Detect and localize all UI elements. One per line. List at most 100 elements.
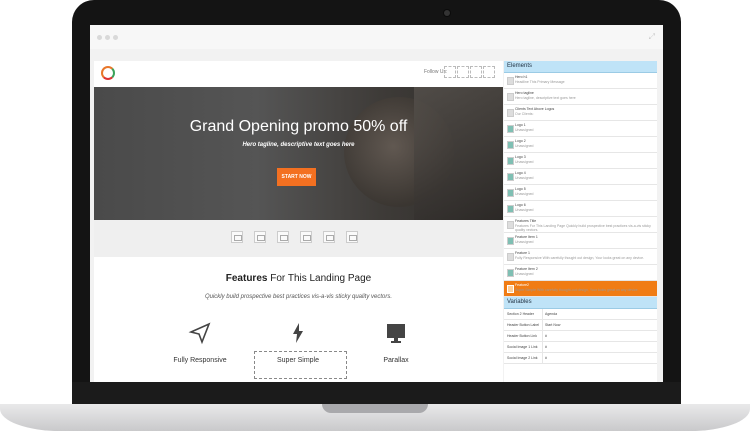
element-thumbnail-icon [507,173,514,181]
variable-value[interactable]: # [545,356,547,360]
element-row[interactable]: Feature Item 1 Unassigned [504,233,657,249]
window-dot-icon[interactable] [105,35,110,40]
element-detail: Features For This Landing Page Quickly b… [515,223,651,233]
hero-title[interactable]: Grand Opening promo 50% off [94,118,503,136]
element-row[interactable]: Logo 3 Unassigned [504,153,657,169]
element-thumbnail-icon [507,109,514,117]
image-placeholder-icon[interactable] [231,231,243,243]
element-thumbnail-icon [507,205,514,213]
element-row[interactable]: Logo 4 Unassigned [504,169,657,185]
element-row[interactable]: Hero h1 Headline This Primary Message [504,73,657,89]
feature-label[interactable]: Fully Responsive [150,357,250,364]
feature-label[interactable]: Super Simple [248,357,348,364]
column-divider [542,309,543,319]
element-row[interactable]: Feature Item 2 Unassigned [504,265,657,281]
element-thumbnail-icon [507,141,514,149]
variable-value[interactable]: Agenda [545,312,557,316]
features-title-bold: Features [225,273,268,284]
element-detail: Unassigned [515,127,534,132]
monitor-icon [384,321,408,347]
element-text: Logo 6 Unassigned [515,203,655,212]
element-detail: Unassigned [515,175,534,180]
image-placeholder-icon[interactable] [346,231,358,243]
column-divider [542,320,543,330]
element-thumbnail-icon [507,221,514,229]
element-row[interactable]: Hero tagline Hero tagline, descriptive te… [504,89,657,105]
element-thumbnail-icon [507,237,514,245]
features-title-rest: For This Landing Page [267,273,372,284]
variable-value[interactable]: # [545,345,547,349]
hero-section[interactable]: Grand Opening promo 50% off Hero tagline… [94,87,503,220]
variable-key: Header Button Label [507,323,540,327]
bottom-bezel [72,382,681,404]
social-icon-slot[interactable] [483,66,495,78]
image-placeholder-icon[interactable] [254,231,266,243]
image-placeholder-icon[interactable] [277,231,289,243]
features-subtitle[interactable]: Quickly build prospective best practices… [94,294,503,300]
expand-icon[interactable]: ⤢ [649,32,655,42]
variable-row[interactable]: Social Image 1 Link # [504,342,657,353]
element-text: Hero h1 Headline This Primary Message [515,75,655,84]
element-text: Feature 1 Fully Responsive With carefully… [515,251,655,260]
window-dot-icon[interactable] [113,35,118,40]
element-row[interactable]: Logo 6 Unassigned [504,201,657,217]
window-dot-icon[interactable] [97,35,102,40]
start-now-button[interactable]: START NOW [277,168,316,186]
element-text: Hero tagline Hero tagline, descriptive te… [515,91,655,100]
selected-element-outline[interactable] [254,351,347,379]
element-thumbnail-icon [507,77,514,85]
social-icon-slot[interactable] [457,66,469,78]
element-detail: Unassigned [515,239,534,244]
element-thumbnail-icon [507,93,514,101]
variable-key: Header Button Link [507,334,537,338]
variable-row[interactable]: Header Button Label Start Now [504,320,657,331]
element-detail: Our Clients: [515,111,534,116]
element-text: Feature2 Super Simple With carefully thou… [515,283,655,292]
properties-panel: Elements Hero h1 Headline This Primary Me… [504,61,657,382]
screen: ⤢ Follow Us: Grand Opening promo 50% off… [90,25,663,382]
element-thumbnail-icon [507,125,514,133]
element-row[interactable]: Feature2 Super Simple With carefully thou… [504,281,657,297]
features-title[interactable]: Features For This Landing Page [94,273,503,284]
social-icon-slot[interactable] [470,66,482,78]
camera-icon [444,10,450,16]
variable-row[interactable]: Header Button Link # [504,331,657,342]
element-row[interactable]: Logo 1 Unassigned [504,121,657,137]
element-row[interactable]: Feature 1 Fully Responsive With carefully… [504,249,657,265]
variable-value[interactable]: # [545,334,547,338]
hero-tagline[interactable]: Hero tagline, descriptive text goes here [94,142,503,148]
variable-value[interactable]: Start Now [545,323,560,327]
element-detail: Headline This Primary Message [515,79,565,84]
element-detail: Unassigned [515,159,534,164]
logo[interactable] [101,66,115,80]
column-divider [542,342,543,352]
variable-key: Section 2 Header [507,312,535,316]
variable-row[interactable]: Social Image 2 Link # [504,353,657,364]
element-row[interactable]: Clients Text Above Logos Our Clients: [504,105,657,121]
landing-page-canvas: Follow Us: Grand Opening promo 50% off H… [94,61,503,382]
element-text: Feature Item 1 Unassigned [515,235,655,244]
image-placeholder-icon[interactable] [323,231,335,243]
variable-row[interactable]: Section 2 Header Agenda [504,309,657,320]
element-row[interactable]: Features Title Features For This Landing … [504,217,657,233]
column-divider [542,331,543,341]
element-thumbnail-icon [507,253,514,261]
browser-toolbar: ⤢ [90,25,663,49]
element-detail: Unassigned [515,191,534,196]
element-detail: Fully Responsive With carefully thought … [515,255,644,260]
element-detail: Unassigned [515,207,534,212]
element-thumbnail-icon [507,157,514,165]
lightning-icon [286,321,310,347]
element-text: Feature Item 2 Unassigned [515,267,655,276]
page-header: Follow Us: [94,61,503,87]
element-thumbnail-icon [507,285,514,293]
element-row[interactable]: Logo 5 Unassigned [504,185,657,201]
element-text: Clients Text Above Logos Our Clients: [515,107,655,116]
element-row[interactable]: Logo 2 Unassigned [504,137,657,153]
image-placeholder-icon[interactable] [300,231,312,243]
variables-header: Variables [504,297,657,309]
element-detail: Unassigned [515,143,534,148]
social-icon-slot[interactable] [444,66,456,78]
feature-label[interactable]: Parallax [346,357,446,364]
paper-plane-icon [188,321,212,347]
